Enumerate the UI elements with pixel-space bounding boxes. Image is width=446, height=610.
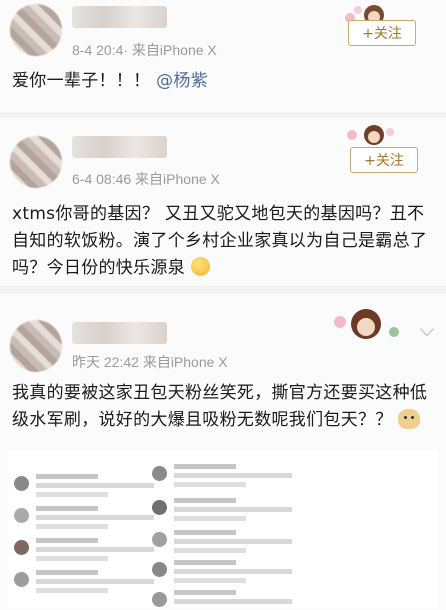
weibo-post: 8-4 20:4· 来自iPhone X +关注 爱你一辈子！！！ @杨紫	[0, 0, 446, 112]
doge-emoji-icon	[398, 409, 421, 429]
weibo-post: 6-4 08:46 来自iPhone X +关注 xtms你哥的基因？ 又丑又驼…	[0, 118, 446, 286]
comment-thumb	[152, 560, 357, 590]
post-text: 爱你一辈子！！！ @杨紫	[12, 68, 434, 95]
username-blurred[interactable]	[72, 6, 167, 28]
username-blurred[interactable]	[72, 322, 167, 344]
avatar[interactable]	[10, 136, 62, 188]
post-meta: 昨天 22:42 来自iPhone X	[72, 354, 228, 370]
follow-button[interactable]: +关注	[348, 20, 416, 46]
post-meta: 6-4 08:46 来自iPhone X	[72, 171, 220, 187]
avatar[interactable]	[10, 4, 62, 56]
comment-thumb	[152, 590, 357, 608]
username-blurred[interactable]	[72, 136, 167, 158]
comment-thumb	[152, 464, 357, 494]
mention-link[interactable]: @杨紫	[156, 71, 208, 91]
decor-sticker-icon	[347, 125, 394, 145]
laughing-emoji-icon	[190, 257, 210, 276]
embedded-screenshot-image[interactable]	[8, 450, 438, 608]
post-meta: 8-4 20:4· 来自iPhone X	[72, 42, 217, 58]
post-text: 我真的要被这家丑包天粉丝笑死，撕官方还要买这种低级水军刷，说好的大爆且吸粉无数呢…	[12, 380, 434, 434]
post-text-content: 爱你一辈子！！！	[12, 71, 151, 91]
decor-sticker-icon	[334, 309, 399, 339]
avatar[interactable]	[10, 320, 62, 372]
post-text-content: xtms你哥的基因？ 又丑又驼又地包天的基因吗？丑不自知的软饭粉。演了个乡村企业…	[12, 204, 428, 278]
comment-thumb	[152, 498, 357, 528]
follow-button[interactable]: +关注	[350, 147, 418, 173]
comment-thumb	[152, 530, 357, 560]
post-text: xtms你哥的基因？ 又丑又驼又地包天的基因吗？丑不自知的软饭粉。演了个乡村企业…	[12, 201, 434, 282]
weibo-post: 昨天 22:42 来自iPhone X 我真的要被这家丑包天粉丝笑死，撕官方还要…	[0, 294, 446, 610]
chevron-down-icon[interactable]	[419, 321, 435, 337]
post-text-content: 我真的要被这家丑包天粉丝笑死，撕官方还要买这种低级水军刷，说好的大爆且吸粉无数呢…	[12, 383, 428, 430]
